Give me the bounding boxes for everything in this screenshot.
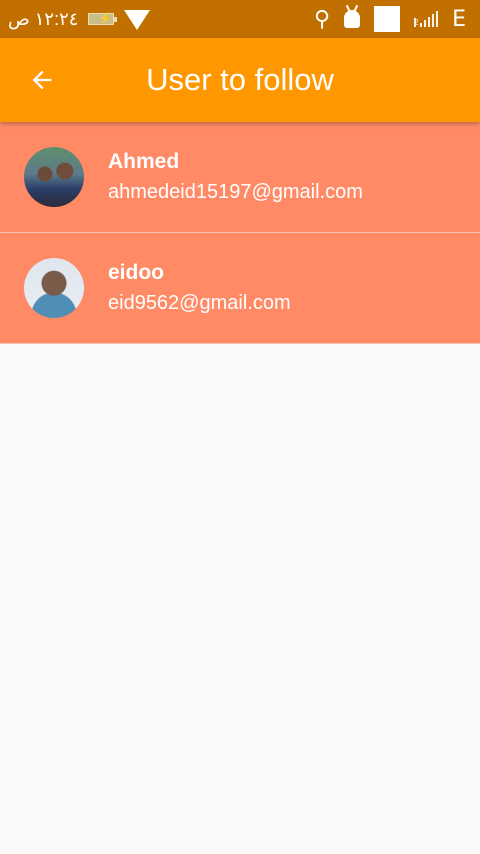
- app-bar: User to follow: [0, 38, 480, 122]
- user-name: Ahmed: [108, 150, 180, 173]
- status-bar: ١٢:٢٤ ص ⚡ ⚲ 2 E: [0, 0, 480, 38]
- signal-label: 2: [414, 18, 419, 27]
- user-list-item-eidoo[interactable]: eidoo eid9562@gmail.com: [0, 233, 480, 344]
- android-debug-icon: [344, 10, 361, 28]
- usb-icon: ⚲: [313, 6, 331, 31]
- status-left-group: ١٢:٢٤ ص ⚡: [8, 0, 151, 38]
- signal-icon: 2: [414, 11, 439, 27]
- user-email: eid9562@gmail.com: [108, 292, 291, 314]
- status-right-group: ⚲ 2 E: [314, 0, 466, 38]
- page-title: User to follow: [146, 62, 334, 97]
- avatar: [24, 147, 84, 207]
- battery-charging-icon: ⚡: [88, 13, 118, 25]
- user-list: Ahmed ahmedeid15197@gmail.com eidoo eid9…: [0, 122, 480, 344]
- user-email: ahmedeid15197@gmail.com: [108, 181, 363, 203]
- notification-square-icon: [374, 6, 401, 32]
- user-name: eidoo: [108, 261, 164, 284]
- network-type: E: [452, 6, 466, 32]
- avatar: [24, 258, 84, 318]
- wifi-icon: [124, 10, 151, 30]
- status-time: ١٢:٢٤ ص: [8, 8, 79, 29]
- user-list-item-ahmed[interactable]: Ahmed ahmedeid15197@gmail.com: [0, 122, 480, 233]
